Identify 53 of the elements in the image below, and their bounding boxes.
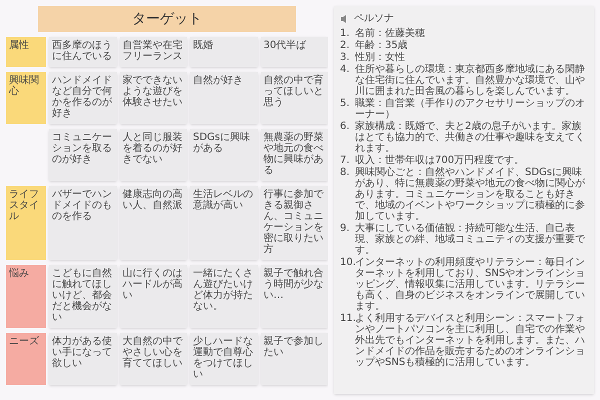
sticky-note: 人と同じ服装を着るのが好きでない — [120, 129, 187, 181]
persona-detail: 名前：佐藤美穂 — [355, 28, 425, 39]
sticky-note: 自営業や在宅フリーランス — [120, 37, 187, 67]
list-number: 6. — [340, 121, 351, 134]
sticky-note: 自然の中で育ってほしいと思う — [260, 72, 328, 124]
list-number: 9. — [340, 223, 351, 236]
category-note: 興味関心 — [6, 72, 46, 124]
persona-detail: よく利用するデバイスと利用シーン：スマートフォンやノートパソコンを主に利用し、自宅での作業や外出先でもインターネットを利用します。また、ハンドメイドの作品を販売するためのオンラインショップやSNSも積極的に活用しています。 — [355, 313, 586, 368]
sticky-note: 親子で触れ合う時間が少ない… — [260, 265, 328, 328]
persona-detail: 家族構成：既婚で、夫と2歳の息子がいます。家族はとても協力的で、共働きの仕事や趣味を支えてくれます。 — [355, 121, 586, 154]
list-number: 2. — [340, 40, 351, 51]
list-number: 8. — [340, 167, 351, 180]
sticky-note: 無農薬の野菜や地元の食べ物に興味がある — [260, 129, 328, 181]
sticky-note: 既婚 — [190, 37, 258, 67]
list-number: 5. — [340, 98, 351, 111]
list-number: 4. — [340, 64, 351, 77]
sticky-note: 自然が好き — [190, 72, 258, 124]
persona-detail: 年齢：35歳 — [355, 40, 408, 51]
sticky-note: 家でできないような遊びを体験させたい — [120, 72, 187, 124]
sticky-note: 一緒にたくさん遊びたいけど体力が持たない。 — [190, 265, 258, 328]
sticky-note: 大自然の中でやさしい心を育ててほしい — [120, 333, 187, 385]
sticky-note: SDGsに興味がある — [190, 129, 258, 181]
list-number: 10. — [340, 257, 355, 270]
sticky-note: 体力がある使い手になって欲しい — [49, 333, 116, 385]
category-note: ライフスタイル — [6, 186, 46, 260]
persona-detail: 職業：自営業（手作りのアクセサリーショップのオーナー） — [355, 98, 586, 120]
persona-detail: 興味関心ごと：自然やハンドメイド、SDGsに興味があり、特に無農薬の野菜や地元の食べ物に関心があります。コミュニケーションを取ることも好きで、地域のイベントやワークショップに積極的に参加しています。 — [355, 167, 586, 222]
sticky-note: ハンドメイドなど自分で何かを作るのが好き — [49, 72, 116, 124]
list-number: 7. — [340, 155, 351, 166]
list-number: 11. — [340, 313, 355, 326]
sticky-note: 山に行くのはハードルが高い — [120, 265, 187, 328]
sticky-note: 生活レベルの意識が高い — [190, 186, 258, 260]
category-note: 悩み — [6, 265, 46, 328]
sticky-note: 西多摩のほうに住んでいる — [49, 37, 116, 67]
sticky-note: バザーでハンドメイドのものを作る — [49, 186, 116, 260]
sticky-note: コミュニケーションを取るのが好き — [49, 129, 116, 181]
list-number: 1. — [340, 28, 351, 39]
persona-detail: インターネットの利用頻度やリテラシー：毎日インターネットを利用しており、SNSやオンラインショッピング、情報収集に活用しています。リテラシーも高く、自身のビジネスをオンラインで展開しています。 — [355, 257, 586, 312]
panel-title: ペルソナ — [354, 12, 394, 26]
sticky-note: 健康志向の高い人、自然派 — [120, 186, 187, 260]
sticky-note: 少しハードな運動で自尊心をつけてほしい — [190, 333, 258, 385]
persona-detail: 収入：世帯年収は700万円程度です。 — [355, 155, 524, 166]
list-number: 3. — [340, 52, 351, 63]
sticky-note: 親子で参加したい — [260, 333, 328, 385]
sticky-note: こどもに自然に触れてほしいけど、都会だと機会がない — [49, 265, 116, 328]
category-note: ニーズ — [6, 333, 46, 385]
persona-detail: 大事にしている価値観：持続可能な生活、自己表現、家族との絆、地域コミュニティの支援が重要です。 — [355, 223, 586, 256]
sticky-note: 30代半ば — [260, 37, 328, 67]
sticky-note: 行事に参加できる親御さん、コミュニケーションを密に取りたい方 — [260, 186, 328, 260]
persona-detail: 住所や暮らしの環境：東京都西多摩地域にある閑静な住宅街に住んでいます。自然豊かな環境で、山や川に囲まれた田舎風の暮らしを楽しんでいます。 — [355, 64, 586, 97]
persona-detail: 性別：女性 — [355, 52, 405, 63]
category-note: 属性 — [6, 37, 46, 67]
board-title: ターゲット — [38, 6, 296, 32]
